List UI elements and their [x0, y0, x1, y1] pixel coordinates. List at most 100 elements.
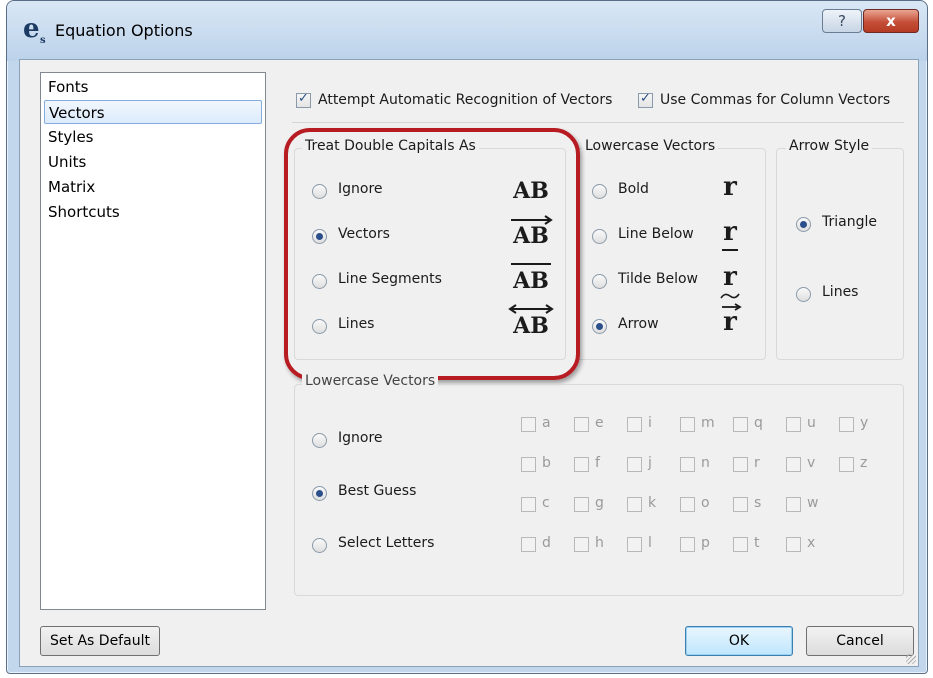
letters-select-radio[interactable] — [312, 538, 327, 553]
letter-label: e — [595, 415, 604, 431]
letter-label: p — [701, 535, 710, 551]
letter-checkbox[interactable] — [574, 497, 589, 512]
arrow-r-symbol: r — [723, 307, 737, 337]
arrow-style-group — [776, 148, 904, 360]
highlight-annotation — [284, 128, 580, 380]
category-item-matrix[interactable]: Matrix — [44, 175, 262, 199]
auto-recognition-checkbox[interactable] — [296, 91, 311, 108]
commas-column-checkbox[interactable] — [638, 91, 653, 108]
letter-label: h — [595, 535, 604, 551]
letter-checkbox[interactable] — [680, 417, 695, 432]
lowercase-style-title: Lowercase Vectors — [582, 138, 719, 154]
arrow-triangle-label: Triangle — [822, 214, 877, 230]
letter-label: k — [648, 495, 657, 511]
cancel-button[interactable]: Cancel — [806, 626, 914, 656]
letter-checkbox[interactable] — [680, 497, 695, 512]
letter-label: r — [754, 455, 760, 471]
category-item-vectors[interactable]: Vectors — [44, 100, 262, 124]
letter-label: m — [701, 415, 715, 431]
arrow-style-title: Arrow Style — [786, 138, 873, 154]
category-item-units[interactable]: Units — [44, 150, 262, 174]
equatio-app-icon: es — [23, 14, 46, 46]
letter-checkbox[interactable] — [680, 457, 695, 472]
letter-label: w — [807, 495, 819, 511]
arrow-lines-label: Lines — [822, 284, 859, 300]
letter-label: a — [542, 415, 551, 431]
equation-options-dialog: es Equation Options ? x Fonts Vectors St… — [6, 0, 928, 674]
letter-checkbox[interactable] — [733, 417, 748, 432]
letter-checkbox[interactable] — [574, 417, 589, 432]
tilde-icon — [720, 293, 740, 299]
category-list[interactable]: Fonts Vectors Styles Units Matrix Shortc… — [40, 72, 266, 610]
lowercase-arrow-radio[interactable] — [592, 319, 607, 334]
lowercase-letters-title: Lowercase Vectors — [302, 373, 439, 389]
letter-label: j — [648, 455, 652, 471]
close-button[interactable]: x — [863, 9, 919, 33]
letter-checkbox[interactable] — [627, 497, 642, 512]
bold-r-symbol: r — [723, 172, 737, 202]
lowercase-tilde-below-radio[interactable] — [592, 274, 607, 289]
letter-label: x — [807, 535, 816, 551]
title-bar[interactable]: es Equation Options ? x — [7, 1, 927, 61]
letters-best-guess-label: Best Guess — [338, 483, 417, 499]
letters-best-guess-radio[interactable] — [312, 486, 327, 501]
letter-checkbox[interactable] — [627, 457, 642, 472]
letter-checkbox[interactable] — [680, 537, 695, 552]
letter-label: v — [807, 455, 816, 471]
resize-grip[interactable] — [906, 654, 916, 664]
letter-checkbox[interactable] — [627, 537, 642, 552]
letter-checkbox[interactable] — [839, 457, 854, 472]
letter-label: t — [754, 535, 760, 551]
lowercase-arrow-label: Arrow — [618, 316, 659, 332]
letter-label: n — [701, 455, 710, 471]
auto-recognition-label: Attempt Automatic Recognition of Vectors — [318, 92, 613, 108]
underline-icon — [722, 249, 738, 251]
letter-label: z — [860, 455, 868, 471]
letter-checkbox[interactable] — [521, 417, 536, 432]
letter-checkbox[interactable] — [733, 457, 748, 472]
ok-button[interactable]: OK — [685, 626, 793, 656]
arrow-lines-radio[interactable] — [796, 287, 811, 302]
letter-checkbox[interactable] — [521, 457, 536, 472]
underline-r-symbol: r — [723, 217, 737, 247]
lowercase-bold-label: Bold — [618, 181, 649, 197]
letter-checkbox[interactable] — [521, 497, 536, 512]
letter-label: s — [754, 495, 762, 511]
letter-label: c — [542, 495, 550, 511]
letter-checkbox[interactable] — [786, 537, 801, 552]
arrow-triangle-radio[interactable] — [796, 217, 811, 232]
set-as-default-button[interactable]: Set As Default — [40, 626, 160, 656]
letter-label: o — [701, 495, 710, 511]
letter-label: u — [807, 415, 816, 431]
letter-label: y — [860, 415, 869, 431]
letters-ignore-radio[interactable] — [312, 433, 327, 448]
tilde-r-symbol: r — [723, 262, 737, 292]
letter-checkbox[interactable] — [786, 457, 801, 472]
help-button[interactable]: ? — [822, 9, 862, 33]
letter-checkbox[interactable] — [839, 417, 854, 432]
letter-checkbox[interactable] — [733, 537, 748, 552]
letter-checkbox[interactable] — [574, 457, 589, 472]
lowercase-line-below-label: Line Below — [618, 226, 694, 242]
letter-checkbox[interactable] — [627, 417, 642, 432]
letter-checkbox[interactable] — [786, 497, 801, 512]
letter-checkbox[interactable] — [521, 537, 536, 552]
lowercase-tilde-below-label: Tilde Below — [618, 271, 698, 287]
category-item-shortcuts[interactable]: Shortcuts — [44, 200, 262, 224]
letters-select-label: Select Letters — [338, 535, 435, 551]
divider — [292, 122, 904, 123]
letter-label: i — [648, 415, 652, 431]
letter-label: q — [754, 415, 763, 431]
category-item-styles[interactable]: Styles — [44, 125, 262, 149]
letter-label: d — [542, 535, 551, 551]
letter-label: g — [595, 495, 604, 511]
lowercase-line-below-radio[interactable] — [592, 229, 607, 244]
letter-checkbox[interactable] — [733, 497, 748, 512]
letters-ignore-label: Ignore — [338, 430, 383, 446]
dialog-body: Fonts Vectors Styles Units Matrix Shortc… — [19, 59, 919, 667]
category-item-fonts[interactable]: Fonts — [44, 75, 262, 99]
window-title: Equation Options — [55, 21, 193, 40]
letter-checkbox[interactable] — [786, 417, 801, 432]
letter-checkbox[interactable] — [574, 537, 589, 552]
lowercase-bold-radio[interactable] — [592, 184, 607, 199]
